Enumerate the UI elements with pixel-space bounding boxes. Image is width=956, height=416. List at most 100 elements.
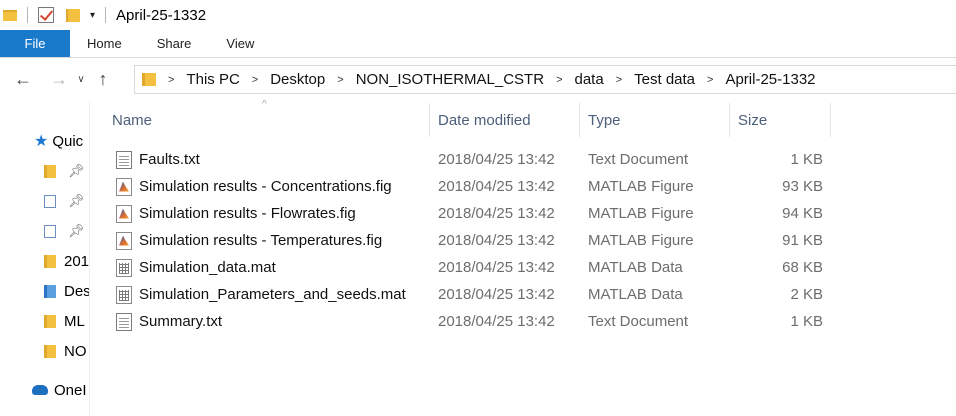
tab-share[interactable]: Share [157,30,192,57]
nav-item-folder-201[interactable]: 201 [44,249,89,273]
tab-file[interactable]: File [0,30,70,57]
recent-locations-chevron-icon[interactable]: ∨ [74,67,88,93]
nav-item-documents[interactable]: 📌︎ [44,189,85,213]
file-size: 2 KB [790,286,823,303]
star-icon: ★ [34,133,49,150]
breadcrumb-current-folder[interactable]: April-25-1332 [725,71,815,88]
up-arrow-icon[interactable]: ↑ [90,67,116,93]
nav-item-onedrive[interactable]: OneI [32,378,87,402]
matlab-data-icon [116,258,132,277]
file-date: 2018/04/25 13:42 [438,286,555,303]
navigation-pane: ★ Quic 📌︎ 📌︎ 📌︎ 201 Des ML NO OneI [0,101,90,416]
file-row[interactable]: Simulation results - Flowrates.fig 2018/… [104,200,831,227]
file-type: MATLAB Figure [588,205,694,222]
pictures-folder-icon [44,224,56,238]
onedrive-cloud-icon [32,385,48,395]
column-header-name[interactable]: ^ Name [104,99,430,137]
column-header-date-modified[interactable]: Date modified [430,103,580,137]
breadcrumb-test-data[interactable]: Test data [634,71,695,88]
text-file-icon [116,312,132,331]
file-row[interactable]: Simulation_Parameters_and_seeds.mat 2018… [104,281,831,308]
toolbar-divider [27,7,28,23]
column-header-type[interactable]: Type [580,103,730,137]
breadcrumb-separator-icon[interactable]: > [707,74,713,86]
downloads-folder-icon [44,164,56,178]
file-date: 2018/04/25 13:42 [438,259,555,276]
column-header-size[interactable]: Size [730,103,831,137]
pin-icon[interactable]: 📌︎ [68,223,85,239]
breadcrumb-project[interactable]: NON_ISOTHERMAL_CSTR [356,71,544,88]
nav-item-ml[interactable]: ML [44,309,85,333]
file-size: 91 KB [782,232,823,249]
file-name-cell: Simulation results - Concentrations.fig [104,177,430,196]
file-size: 68 KB [782,259,823,276]
folder-icon [3,9,17,21]
file-type: MATLAB Figure [588,232,694,249]
column-header-label: Size [738,111,768,129]
navigation-bar: ← → ∨ ↑ > This PC > Desktop > NON_ISOTHE… [0,58,956,101]
file-row[interactable]: Simulation results - Temperatures.fig 20… [104,227,831,254]
nav-item-pictures[interactable]: 📌︎ [44,219,85,243]
column-header-label: Type [588,111,621,129]
nav-item-no[interactable]: NO [44,339,87,363]
forward-arrow-icon[interactable]: → [46,67,72,93]
back-arrow-icon[interactable]: ← [10,67,36,93]
column-headers: ^ Name Date modified Type Size [104,99,831,137]
ribbon-tabs: File Home Share View [0,30,956,58]
file-name-cell: Simulation_data.mat [104,258,430,277]
window-title: April-25-1332 [116,6,207,24]
matlab-figure-icon [116,231,132,250]
nav-item-label: 201 [64,252,90,270]
nav-item-downloads[interactable]: 📌︎ [44,159,85,183]
tab-view[interactable]: View [226,30,254,57]
file-name: Simulation_Parameters_and_seeds.mat [139,286,406,303]
properties-check-icon[interactable] [38,7,54,23]
title-bar: ▾ April-25-1332 [0,0,956,30]
file-type: MATLAB Data [588,286,683,303]
file-name-cell: Summary.txt [104,312,430,331]
pin-icon[interactable]: 📌︎ [68,193,85,209]
sort-ascending-icon: ^ [262,99,267,110]
file-name: Summary.txt [139,313,223,330]
customize-toolbar-dropdown-icon[interactable]: ▾ [90,10,95,21]
nav-item-label: NO [64,342,87,360]
file-row[interactable]: Simulation_data.mat 2018/04/25 13:42 MAT… [104,254,831,281]
breadcrumb-separator-icon[interactable]: > [252,74,258,86]
address-bar[interactable]: > This PC > Desktop > NON_ISOTHERMAL_CST… [134,65,956,94]
file-type: MATLAB Figure [588,178,694,195]
breadcrumb-this-pc[interactable]: This PC [186,71,239,88]
breadcrumb-separator-icon[interactable]: > [616,74,622,86]
file-row[interactable]: Faults.txt 2018/04/25 13:42 Text Documen… [104,146,831,173]
file-size: 93 KB [782,178,823,195]
folder-icon [44,314,56,328]
folder-icon [44,254,56,268]
file-name-cell: Simulation results - Flowrates.fig [104,204,430,223]
matlab-figure-icon [116,177,132,196]
file-size: 1 KB [790,313,823,330]
folder-icon [44,344,56,358]
nav-item-label: Quic [52,132,84,150]
nav-item-quick-access[interactable]: ★ Quic [34,129,83,153]
text-file-icon [116,150,132,169]
pin-icon[interactable]: 📌︎ [68,163,85,179]
breadcrumb-separator-icon[interactable]: > [168,74,174,86]
file-name: Faults.txt [139,151,200,168]
file-row[interactable]: Simulation results - Concentrations.fig … [104,173,831,200]
column-header-label: Date modified [438,111,531,129]
file-date: 2018/04/25 13:42 [438,205,555,222]
nav-item-label: Des [64,282,90,300]
breadcrumb-desktop[interactable]: Desktop [270,71,325,88]
nav-item-label: ML [64,312,85,330]
file-name-cell: Simulation_Parameters_and_seeds.mat [104,285,430,304]
file-name-cell: Simulation results - Temperatures.fig [104,231,430,250]
tab-home[interactable]: Home [87,30,122,57]
new-folder-icon[interactable] [66,8,80,22]
breadcrumb-data[interactable]: data [575,71,604,88]
file-date: 2018/04/25 13:42 [438,313,555,330]
breadcrumb-separator-icon[interactable]: > [556,74,562,86]
breadcrumb-separator-icon[interactable]: > [337,74,343,86]
nav-item-desktop[interactable]: Des [44,279,90,303]
file-size: 94 KB [782,205,823,222]
file-row[interactable]: Summary.txt 2018/04/25 13:42 Text Docume… [104,308,831,335]
file-name: Simulation results - Temperatures.fig [139,232,383,249]
